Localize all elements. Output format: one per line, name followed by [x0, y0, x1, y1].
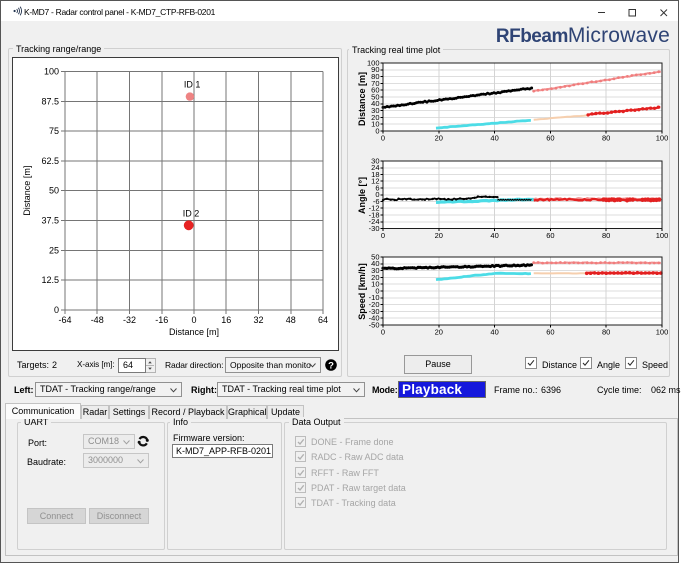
svg-text:20: 20	[435, 134, 443, 143]
svg-text:60: 60	[546, 134, 554, 143]
svg-text:40: 40	[490, 134, 498, 143]
svg-text:0: 0	[381, 231, 385, 240]
svg-text:-50: -50	[369, 320, 380, 329]
svg-text:80: 80	[602, 328, 610, 337]
svg-text:Distance [m]: Distance [m]	[357, 72, 367, 126]
svg-text:60: 60	[546, 231, 554, 240]
svg-text:100: 100	[656, 328, 669, 337]
svg-text:40: 40	[490, 328, 498, 337]
svg-text:0: 0	[375, 126, 379, 135]
svg-text:Angle [°]: Angle [°]	[357, 177, 367, 214]
svg-text:-30: -30	[369, 224, 380, 233]
svg-text:20: 20	[435, 231, 443, 240]
svg-text:80: 80	[602, 231, 610, 240]
svg-text:100: 100	[656, 231, 669, 240]
svg-text:0: 0	[381, 134, 385, 143]
svg-text:100: 100	[656, 134, 669, 143]
svg-text:60: 60	[546, 328, 554, 337]
svg-text:40: 40	[490, 231, 498, 240]
svg-text:80: 80	[602, 134, 610, 143]
svg-text:Speed [km/h]: Speed [km/h]	[357, 263, 367, 320]
svg-text:20: 20	[435, 328, 443, 337]
svg-text:0: 0	[381, 328, 385, 337]
